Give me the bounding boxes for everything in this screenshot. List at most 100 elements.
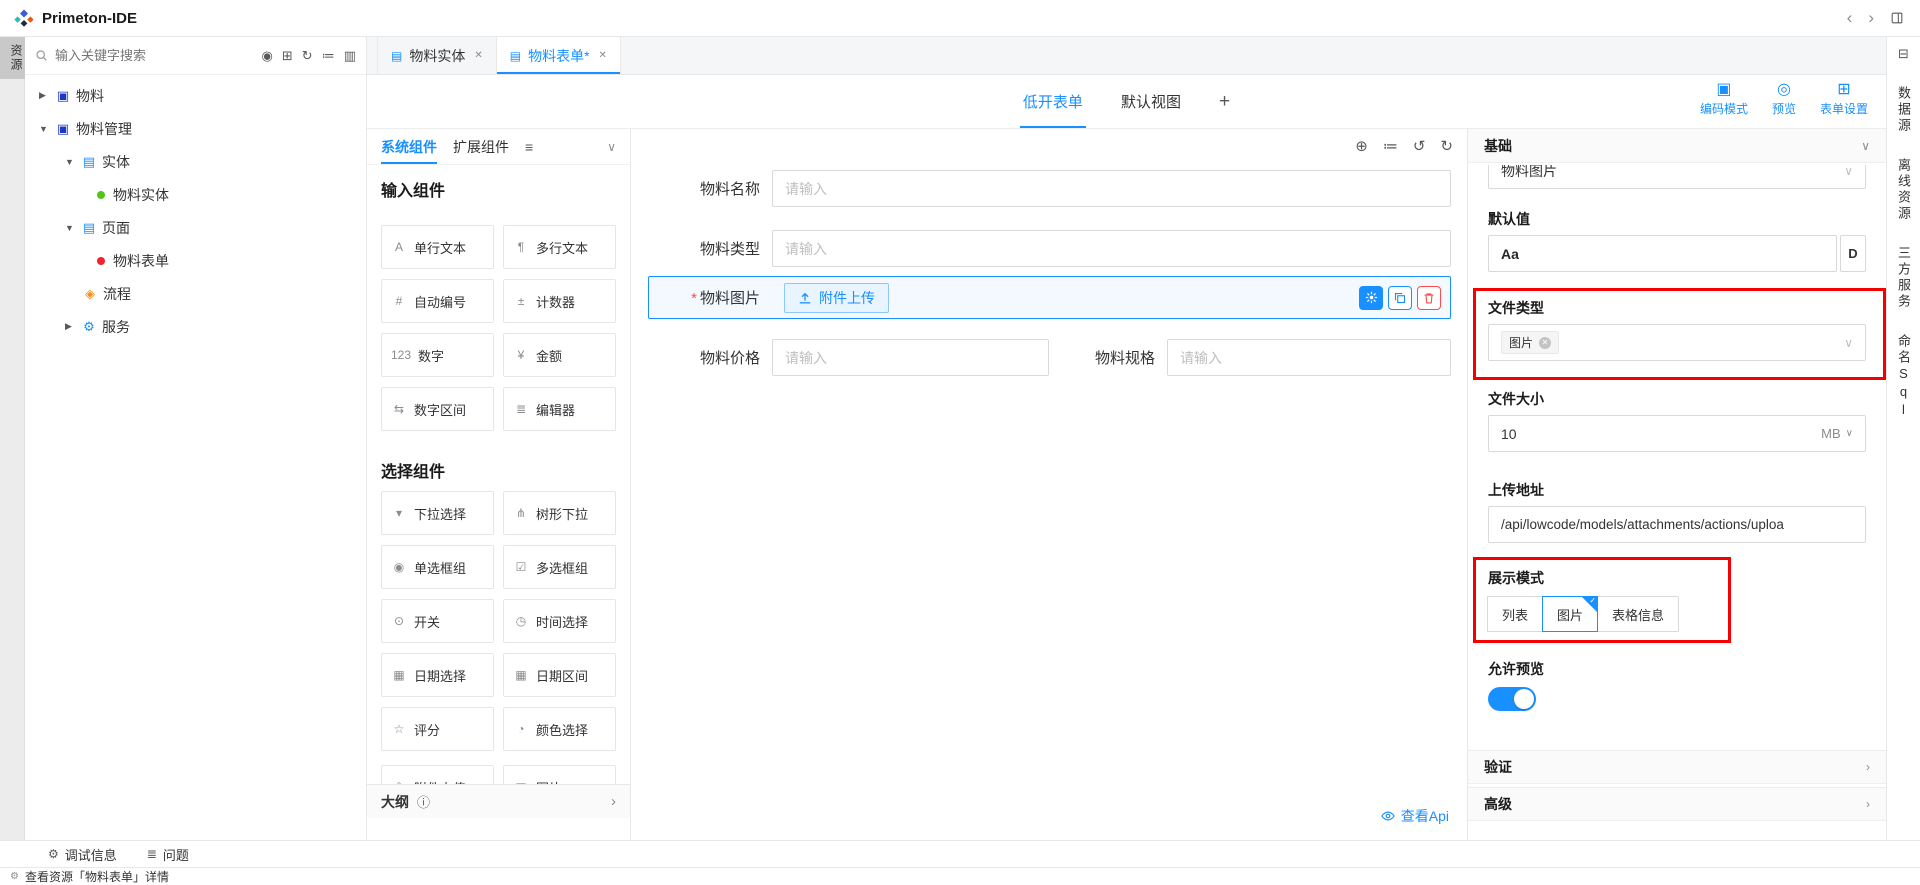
palette-component[interactable]: ☆ 评分 [381,707,494,751]
palette-component[interactable]: ⋔ 树形下拉 [503,491,616,535]
material-price-input[interactable] [772,339,1049,376]
explorer-tool-icon[interactable]: ◉ [262,48,273,64]
tab-default-view[interactable]: 默认视图 [1121,75,1181,128]
display-mode-option[interactable]: 图片 [1542,596,1598,632]
palette-component[interactable]: ◔ 颜色选择 [503,707,616,751]
nav-forward-icon[interactable]: › [1868,8,1874,28]
palette-component[interactable]: ⇧ 附件上传 [381,765,494,784]
debug-bar-item[interactable]: ≣ 问题 [147,845,189,864]
outline-bar[interactable]: 大纲 ⓘ › [367,784,630,818]
selected-field-material-image[interactable]: *物料图片 附件上传 [648,276,1451,319]
palette-component[interactable]: ◉ 单选框组 [381,545,494,589]
add-view-button[interactable]: + [1219,91,1230,113]
palette-component[interactable]: # 自动编号 [381,279,494,323]
view-action-button[interactable]: ⊞ 表单设置 [1820,82,1868,117]
tag-remove-icon[interactable]: ✕ [1539,337,1551,349]
field-row-price-spec[interactable]: 物料价格 物料规格 [648,339,1451,376]
palette-component[interactable]: ☑ 多选框组 [503,545,616,589]
section-advanced-header[interactable]: 高级 › [1468,787,1886,821]
palette-component[interactable]: ◷ 时间选择 [503,599,616,643]
section-basic-header[interactable]: 基础 ∨ [1468,129,1886,163]
tree-item[interactable]: ▼ ▤ 页面 [25,211,366,244]
tree-item[interactable]: ▼ ▣ 物料管理 [25,112,366,145]
resources-strip-tab[interactable]: 资源 [0,37,25,79]
right-strip-tab[interactable]: 命名Sql [1894,334,1913,420]
default-suffix-button[interactable]: D [1840,235,1866,272]
expander-icon[interactable]: ▶ [39,90,54,101]
tree-item[interactable]: ▼ ▤ 实体 [25,145,366,178]
expander-icon[interactable]: ▼ [65,157,80,167]
preview-toggle[interactable] [1488,687,1536,711]
canvas-tool-icon[interactable]: ⊕ [1355,137,1368,155]
palette-component[interactable]: ¶ 多行文本 [503,225,616,269]
material-spec-input[interactable] [1167,339,1451,376]
material-name-input[interactable] [772,170,1451,207]
tree-node-label: 页面 [102,218,130,238]
default-value-input[interactable]: Aa [1488,235,1837,272]
palette-component[interactable]: ± 计数器 [503,279,616,323]
field-copy-button[interactable] [1388,286,1412,310]
tab-system-components[interactable]: 系统组件 [381,129,437,164]
palette-collapse-icon[interactable]: ∨ [607,140,616,154]
palette-menu-icon[interactable]: ≡ [525,139,533,155]
tab-lowcode-form[interactable]: 低开表单 [1023,75,1083,128]
app-title: Primeton-IDE [42,10,137,27]
expander-icon[interactable]: ▶ [65,321,80,332]
field-name-select[interactable]: 物料图片 ∨ [1488,165,1866,189]
search-input[interactable] [55,48,255,63]
right-strip-tab[interactable]: 离线资源 [1894,158,1913,222]
right-strip-tab[interactable]: 三方服务 [1894,246,1913,310]
debug-bar-item[interactable]: ⚙ 调试信息 [48,845,117,864]
tree-node-icon: ▣ [54,121,72,137]
tree-item[interactable]: ▶ ▣ 物料 [25,79,366,112]
right-strip-tab[interactable]: 数据源 [1894,86,1913,134]
editor-tab[interactable]: ▤ 物料实体 ✕ [377,37,497,74]
palette-component[interactable]: ▦ 日期区间 [503,653,616,697]
expander-icon[interactable]: ▼ [65,223,80,233]
palette-component[interactable]: 123 数字 [381,333,494,377]
explorer-tool-icon[interactable]: ⊞ [282,48,293,64]
chevron-right-icon[interactable]: › [611,793,616,810]
view-action-button[interactable]: ◎ 预览 [1772,82,1796,117]
palette-component[interactable]: ⇆ 数字区间 [381,387,494,431]
field-delete-button[interactable] [1417,286,1441,310]
display-mode-option[interactable]: 表格信息 [1597,596,1679,632]
tree-item[interactable]: ▶ ⚙ 服务 [25,310,366,343]
tree-item[interactable]: 物料实体 [25,178,366,211]
field-settings-button[interactable] [1359,286,1383,310]
material-type-input[interactable] [772,230,1451,267]
palette-component[interactable]: ⊙ 开关 [381,599,494,643]
palette-component[interactable]: ≣ 编辑器 [503,387,616,431]
layout-toggle-icon[interactable] [1890,11,1904,25]
palette-component[interactable]: ▾ 下拉选择 [381,491,494,535]
field-row-material-type[interactable]: 物料类型 [648,230,1451,267]
file-type-select[interactable]: 图片 ✕ ∨ [1488,324,1866,361]
close-icon[interactable]: ✕ [599,50,607,61]
file-size-unit-select[interactable]: MB ∨ [1821,426,1853,441]
close-icon[interactable]: ✕ [474,50,482,61]
palette-component[interactable]: ▦ 日期选择 [381,653,494,697]
tree-item[interactable]: ◈ 流程 [25,277,366,310]
expander-icon[interactable]: ▼ [39,124,54,134]
editor-tab[interactable]: ▤ 物料表单* ✕ [497,37,621,74]
tab-extended-components[interactable]: 扩展组件 [453,129,509,164]
canvas-tool-icon[interactable]: ↺ [1413,137,1426,155]
explorer-tool-icon[interactable]: ▥ [344,48,356,64]
section-validate-header[interactable]: 验证 › [1468,750,1886,784]
view-api-link[interactable]: 查看Api [1381,806,1449,826]
tree-item[interactable]: 物料表单 [25,244,366,277]
upload-url-input[interactable]: /api/lowcode/models/attachments/actions/… [1488,506,1866,543]
palette-component[interactable]: ▨ 图片 [503,765,616,784]
palette-component[interactable]: A 单行文本 [381,225,494,269]
field-row-material-name[interactable]: 物料名称 [648,170,1451,207]
explorer-tool-icon[interactable]: ≔ [322,48,335,64]
canvas-tool-icon[interactable]: ↻ [1440,137,1453,155]
display-mode-option[interactable]: 列表 [1487,596,1543,632]
view-action-button[interactable]: ▣ 编码模式 [1700,82,1748,117]
nav-back-icon[interactable]: ‹ [1847,8,1853,28]
attachment-upload-button[interactable]: 附件上传 [784,283,889,313]
canvas-tool-icon[interactable]: ≔ [1383,137,1398,155]
palette-component[interactable]: ¥ 金额 [503,333,616,377]
explorer-tool-icon[interactable]: ↻ [302,48,313,64]
file-size-input[interactable]: 10 MB ∨ [1488,415,1866,452]
